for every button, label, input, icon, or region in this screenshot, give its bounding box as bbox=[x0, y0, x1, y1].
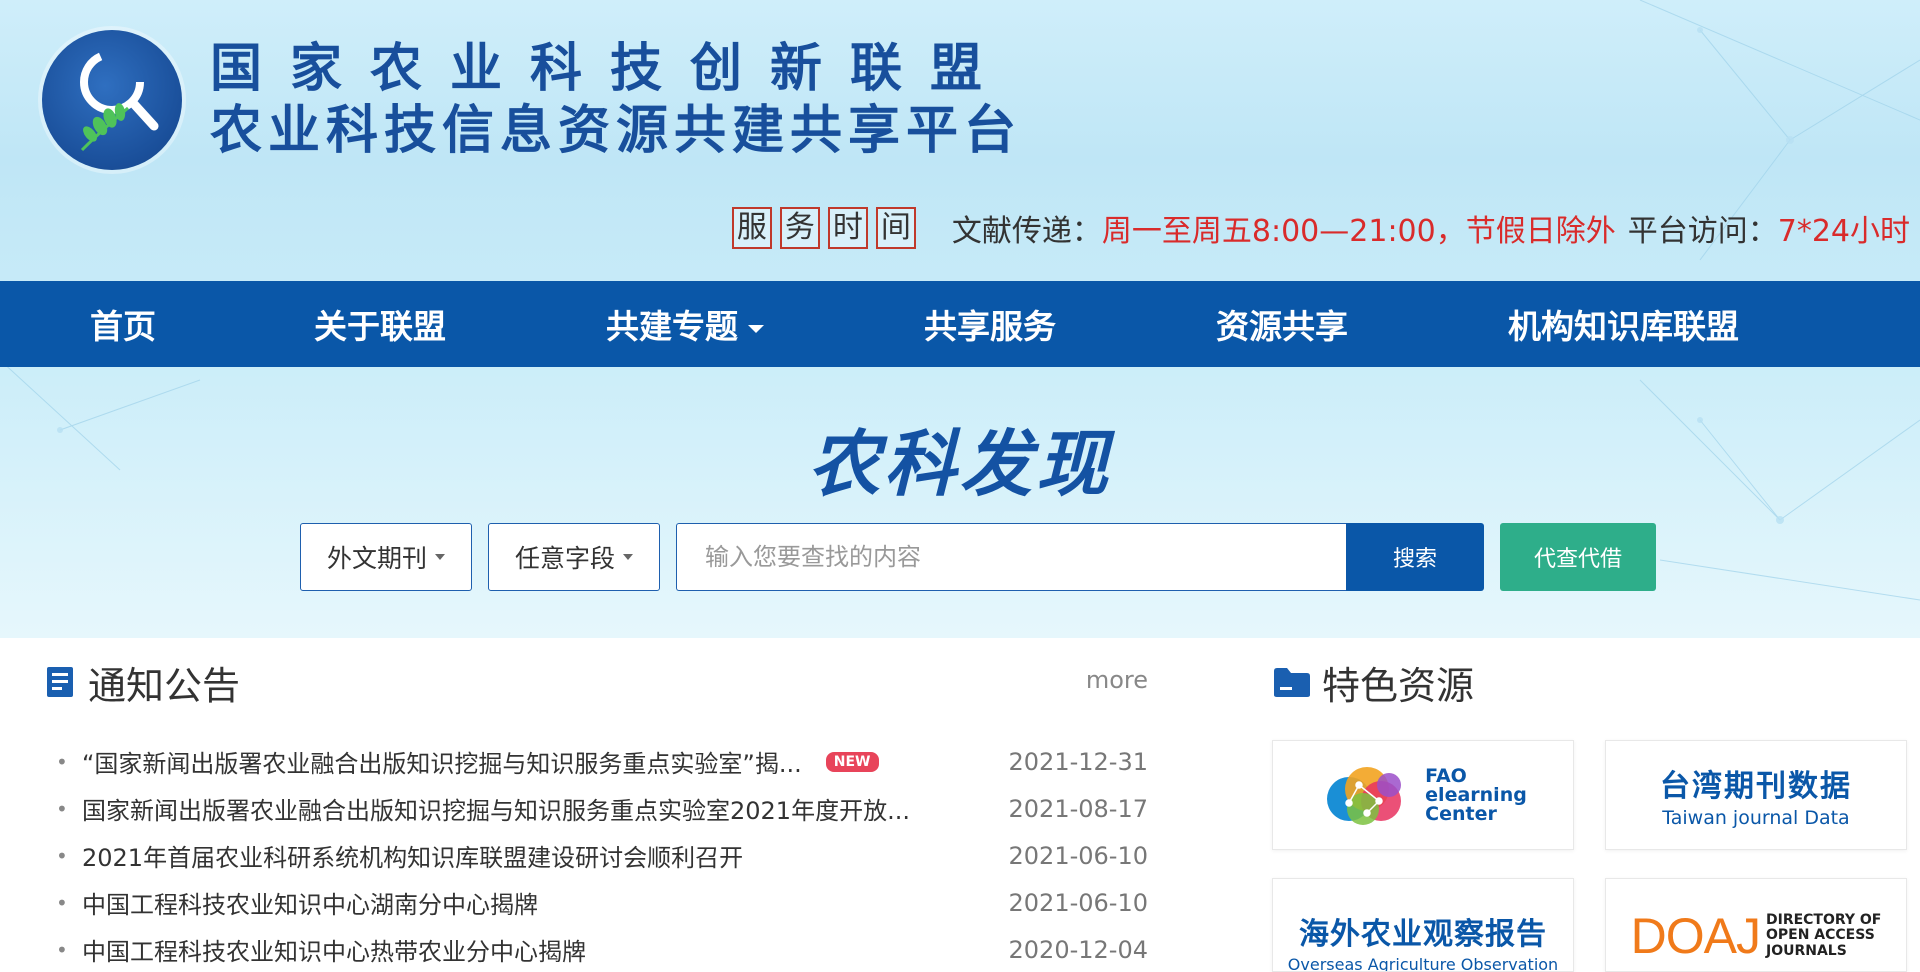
site-title-line1: 国家农业科技创新联盟 bbox=[210, 37, 1011, 99]
list-item[interactable]: 中国工程科技农业知识中心热带农业分中心揭牌 2020-12-04 bbox=[56, 926, 1148, 972]
caret-down-icon bbox=[435, 554, 445, 560]
resources-header: 特色资源 bbox=[1272, 656, 1474, 708]
notice-title: “国家新闻出版署农业融合出版知识挖掘与知识服务重点实验室”揭... bbox=[82, 750, 802, 778]
list-item[interactable]: “国家新闻出版署农业融合出版知识挖掘与知识服务重点实验室”揭... NEW 20… bbox=[56, 738, 1148, 785]
site-title-line2: 农业科技信息资源共建共享平台 bbox=[210, 100, 1023, 161]
notice-date: 2021-12-31 bbox=[1008, 747, 1148, 776]
taiwan-journal-en: Taiwan journal Data bbox=[1662, 807, 1850, 829]
notice-date: 2021-06-10 bbox=[1008, 841, 1148, 870]
service-tag-char: 时 bbox=[827, 207, 868, 249]
notice-date: 2021-08-17 bbox=[1008, 794, 1148, 823]
doaj-wordmark: DOAJ bbox=[1630, 908, 1761, 964]
search-field-value: 任意字段 bbox=[514, 544, 615, 573]
resource-card-overseas-observation[interactable]: 海外农业观察报告 Overseas Agriculture Observatio… bbox=[1272, 878, 1574, 972]
search-title: 农科发现 bbox=[807, 422, 1112, 506]
fao-line3: Center bbox=[1425, 802, 1497, 825]
taiwan-journal-cn: 台湾期刊数据 bbox=[1660, 769, 1852, 804]
list-item[interactable]: 国家新闻出版署农业融合出版知识挖掘与知识服务重点实验室2021年度开放... 2… bbox=[56, 785, 1148, 832]
logo-block[interactable]: 国家农业科技创新联盟 农业科技信息资源共建共享平台 bbox=[42, 30, 1022, 170]
notice-date: 2020-12-04 bbox=[1008, 935, 1148, 964]
nav-item-resource-sharing[interactable]: 资源共享 bbox=[1216, 300, 1348, 348]
doaj-line1: DIRECTORY OF bbox=[1765, 911, 1882, 928]
platform-access-hours: 7*24小时 bbox=[1777, 214, 1910, 249]
chevron-down-icon bbox=[748, 324, 764, 333]
search-button[interactable]: 搜索 bbox=[1346, 523, 1484, 591]
resource-type-select[interactable]: 外文期刊 bbox=[300, 523, 472, 591]
service-tag-char: 服 bbox=[731, 207, 772, 249]
nav-item-repository-alliance[interactable]: 机构知识库联盟 bbox=[1508, 300, 1739, 348]
doaj-line3: JOURNALS bbox=[1765, 942, 1847, 959]
document-list-icon bbox=[47, 667, 73, 697]
notice-title: 中国工程科技农业知识中心热带农业分中心揭牌 bbox=[82, 938, 586, 966]
notice-title: 2021年首届农业科研系统机构知识库联盟建设研讨会顺利召开 bbox=[82, 844, 744, 872]
notices-header: 通知公告 more bbox=[44, 656, 1148, 708]
resource-card-doaj[interactable]: DOAJ DIRECTORY OF OPEN ACCESS JOURNALS bbox=[1605, 878, 1907, 972]
site-title: 国家农业科技创新联盟 农业科技信息资源共建共享平台 bbox=[210, 38, 1022, 163]
doaj-line2: OPEN ACCESS bbox=[1765, 927, 1875, 944]
doaj-logo: DOAJ DIRECTORY OF OPEN ACCESS JOURNALS bbox=[1631, 907, 1882, 965]
resource-card-taiwan-journal[interactable]: 台湾期刊数据 Taiwan journal Data bbox=[1605, 740, 1907, 850]
proxy-borrow-button[interactable]: 代查代借 bbox=[1500, 523, 1656, 591]
notice-list: “国家新闻出版署农业融合出版知识挖掘与知识服务重点实验室”揭... NEW 20… bbox=[56, 738, 1148, 972]
notices-title: 通知公告 bbox=[88, 663, 241, 708]
notices-more-link[interactable]: more bbox=[1086, 666, 1148, 694]
overseas-observation-en: Overseas Agriculture Observation bbox=[1287, 955, 1559, 972]
caret-down-icon bbox=[623, 554, 633, 560]
overseas-observation-logo: 海外农业观察报告 Overseas Agriculture Observatio… bbox=[1287, 909, 1559, 972]
service-tag-char: 务 bbox=[779, 207, 820, 249]
notice-date: 2021-06-10 bbox=[1008, 888, 1148, 917]
doc-delivery-label: 文献传递： bbox=[951, 214, 1102, 249]
alliance-logo bbox=[42, 30, 182, 170]
doaj-tagline: DIRECTORY OF OPEN ACCESS JOURNALS bbox=[1765, 911, 1882, 959]
taiwan-journal-logo: 台湾期刊数据 Taiwan journal Data bbox=[1660, 761, 1852, 829]
resources-title: 特色资源 bbox=[1322, 663, 1475, 708]
nav-item-topics[interactable]: 共建专题 bbox=[606, 300, 764, 348]
nav-item-topics-label: 共建专题 bbox=[606, 307, 738, 346]
search-field-select[interactable]: 任意字段 bbox=[488, 523, 660, 591]
search-input[interactable] bbox=[676, 523, 1346, 591]
new-badge: NEW bbox=[825, 751, 879, 772]
service-hours-bar: 服 务 时 间 文献传递： 周一至周五8:00—21:00，节假日除外 平台访问… bbox=[731, 206, 1910, 250]
fao-elearning-logo bbox=[1327, 767, 1402, 825]
fao-line2: elearning bbox=[1425, 783, 1527, 806]
fao-logo-text: FAO elearning Center bbox=[1425, 764, 1527, 825]
nav-item-home[interactable]: 首页 bbox=[90, 300, 156, 348]
list-item[interactable]: 中国工程科技农业知识中心湖南分中心揭牌 2021-06-10 bbox=[56, 879, 1148, 926]
main-nav: 首页 关于联盟 共建专题 共享服务 资源共享 机构知识库联盟 bbox=[0, 281, 1920, 367]
service-tag-char: 间 bbox=[875, 207, 916, 249]
notice-title: 国家新闻出版署农业融合出版知识挖掘与知识服务重点实验室2021年度开放... bbox=[82, 797, 910, 825]
site-header: 国家农业科技创新联盟 农业科技信息资源共建共享平台 服 务 时 间 文献传递： … bbox=[0, 0, 1920, 638]
search-bar: 外文期刊 任意字段 搜索 代查代借 bbox=[300, 523, 1656, 591]
notice-title: 中国工程科技农业知识中心湖南分中心揭牌 bbox=[82, 891, 538, 919]
list-item[interactable]: 2021年首届农业科研系统机构知识库联盟建设研讨会顺利召开 2021-06-10 bbox=[56, 832, 1148, 879]
nav-item-about[interactable]: 关于联盟 bbox=[314, 300, 446, 348]
folder-icon bbox=[1274, 668, 1310, 697]
doc-delivery-hours: 周一至周五8:00—21:00，节假日除外 bbox=[1101, 214, 1616, 249]
wheat-magnifier-icon bbox=[80, 50, 159, 152]
resource-type-value: 外文期刊 bbox=[326, 544, 427, 573]
nav-item-shared-services[interactable]: 共享服务 bbox=[924, 300, 1056, 348]
fao-line1: FAO bbox=[1425, 764, 1467, 787]
service-hours-tag: 服 务 时 间 bbox=[731, 207, 924, 249]
platform-access-label: 平台访问： bbox=[1627, 214, 1778, 249]
overseas-observation-cn: 海外农业观察报告 bbox=[1299, 917, 1547, 952]
resource-card-fao[interactable]: FAO elearning Center bbox=[1272, 740, 1574, 850]
